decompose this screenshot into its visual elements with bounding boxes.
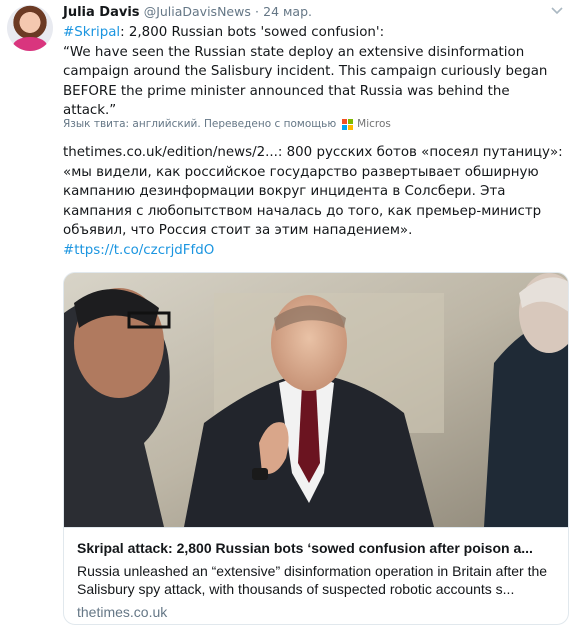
card-image[interactable] xyxy=(64,273,568,527)
translated-text: thetimes.co.uk/edition/news/2...: 800 ру… xyxy=(63,143,568,260)
translation-label: Язык твита: английский. Переведено с пом… xyxy=(63,118,337,130)
translated-body: thetimes.co.uk/edition/news/2...: 800 ру… xyxy=(63,145,563,238)
card-text[interactable]: Skripal attack: 2,800 Russian bots ‘sowe… xyxy=(64,527,568,624)
author-handle[interactable]: @JuliaDavisNews xyxy=(144,4,251,19)
card-description: Russia unleashed an “extensive” disinfor… xyxy=(77,563,548,597)
tweet-quote: “We have seen the Russian state deploy a… xyxy=(63,44,548,119)
translated-link[interactable]: #ttps://t.co/czcrjdFfdO xyxy=(63,243,214,258)
translation-provider[interactable]: Micros xyxy=(357,118,391,130)
header-separator: · xyxy=(255,4,259,19)
chevron-down-icon[interactable] xyxy=(550,6,564,16)
card-domain: thetimes.co.uk xyxy=(77,604,168,620)
author-name[interactable]: Julia Davis xyxy=(63,5,140,20)
hashtag-link[interactable]: #Skripal xyxy=(63,25,120,40)
card-title[interactable]: Skripal attack: 2,800 Russian bots ‘sowe… xyxy=(77,538,557,558)
tweet-headline: : 2,800 Russian bots 'sowed confusion': xyxy=(120,25,385,40)
timestamp[interactable]: 24 мар. xyxy=(263,4,312,19)
link-card[interactable]: Skripal attack: 2,800 Russian bots ‘sowe… xyxy=(63,272,569,625)
tweet: Julia Davis @JuliaDavisNews · 24 мар. #S… xyxy=(0,0,574,631)
avatar[interactable] xyxy=(7,5,53,51)
translation-attribution: Язык твита: английский. Переведено с пом… xyxy=(63,118,391,130)
tweet-text: #Skripal: 2,800 Russian bots 'sowed conf… xyxy=(63,23,563,121)
tweet-header: Julia Davis @JuliaDavisNews · 24 мар. xyxy=(63,4,312,22)
avatar-shirt xyxy=(13,37,47,51)
microsoft-logo-icon xyxy=(342,118,354,130)
